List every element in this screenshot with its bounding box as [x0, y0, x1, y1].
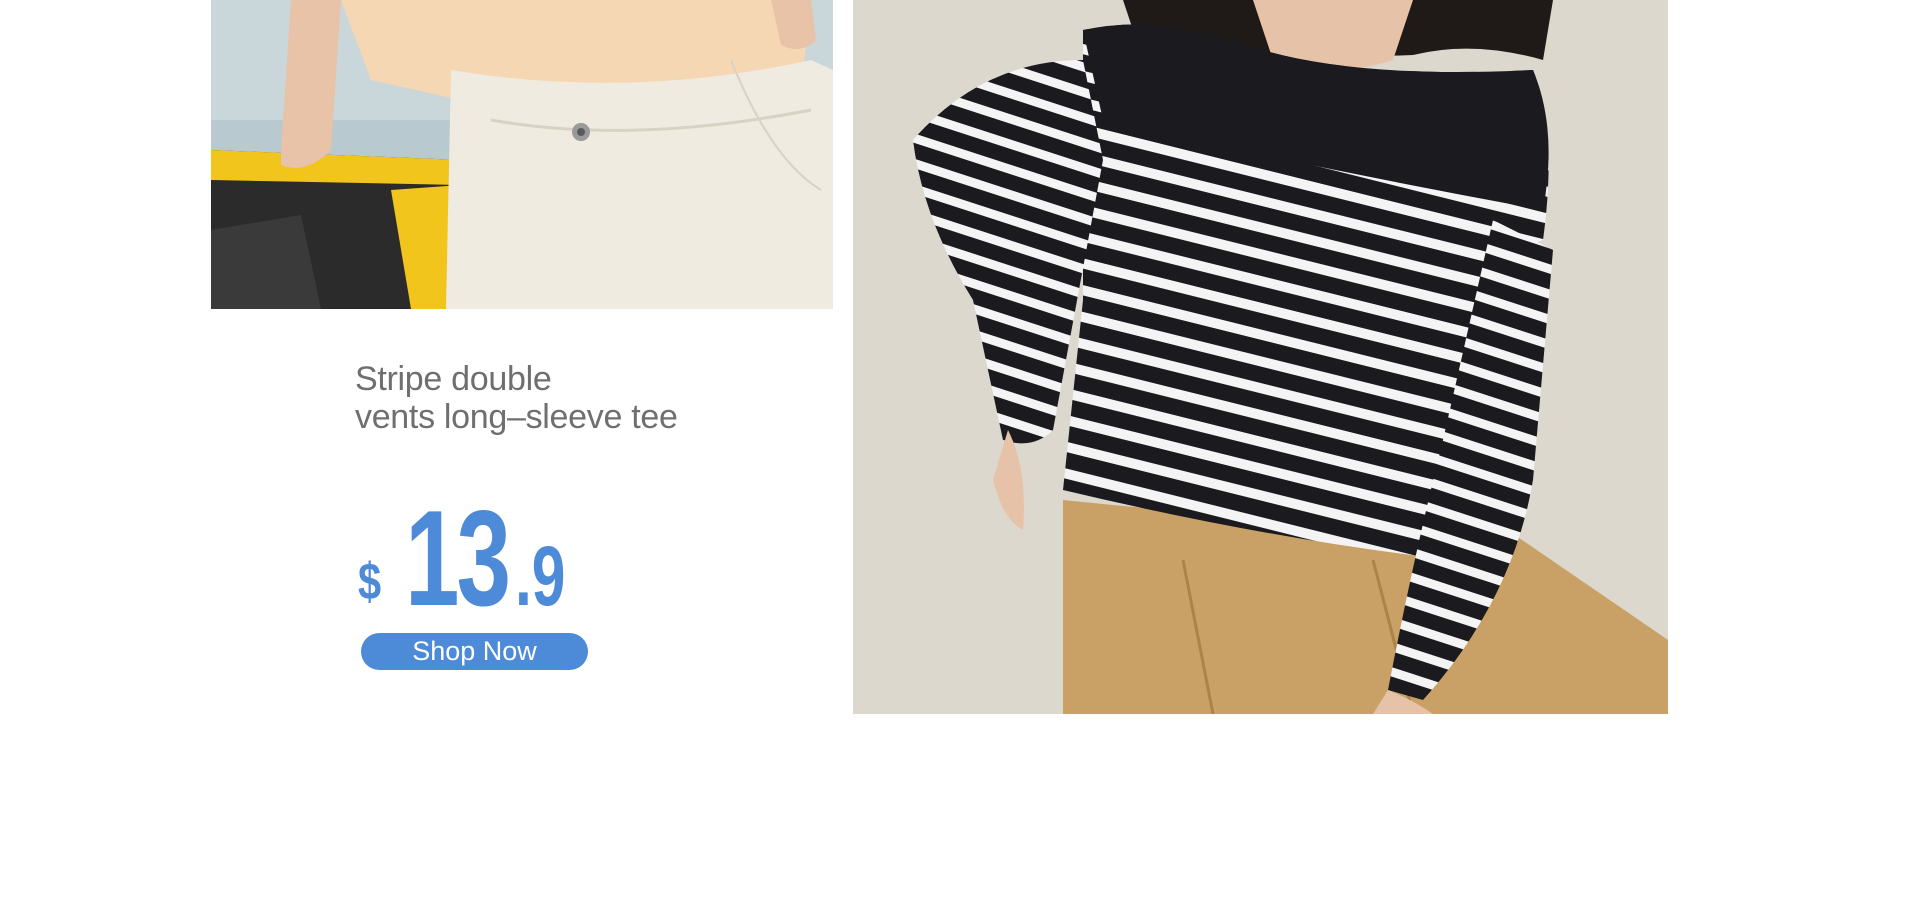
price-currency: $ — [358, 553, 382, 611]
price-integer: 13 — [405, 482, 511, 634]
product-title-line-2: vents long–sleeve tee — [355, 398, 678, 436]
model-striped-tee-photo — [853, 0, 1668, 714]
product-price: $ 13 .9 — [355, 482, 615, 634]
model-white-jeans-photo — [211, 0, 833, 309]
product-title-line-1: Stripe double — [355, 360, 552, 398]
product-title: Stripe double vents long–sleeve tee — [355, 360, 775, 436]
price-decimal: .9 — [515, 529, 566, 623]
shop-now-button[interactable]: Shop Now — [361, 633, 588, 670]
